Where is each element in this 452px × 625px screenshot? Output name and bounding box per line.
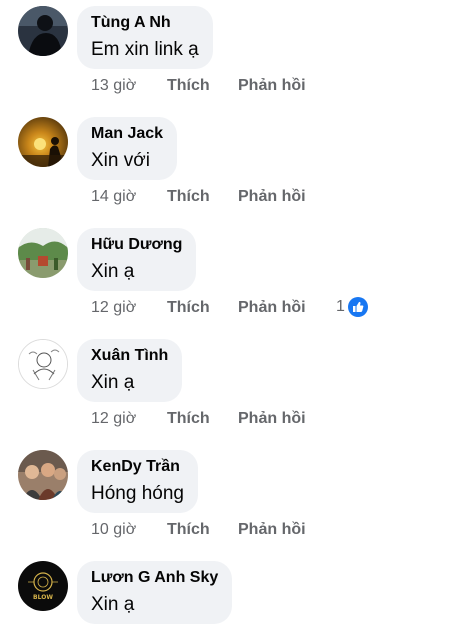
reply-link[interactable]: Phản hồi [238, 407, 306, 431]
comment-text: Em xin link ạ [91, 39, 199, 60]
comment-bubble: Lươn G Anh Sky Xin ạ [77, 561, 233, 624]
reply-link[interactable]: Phản hồi [238, 74, 306, 98]
avatar[interactable] [18, 228, 68, 278]
comment-item: Hữu Dương Xin ạ 12 giờ Thích Phản hồi 1 [0, 222, 452, 333]
comment-time[interactable]: 10 giờ [91, 518, 136, 542]
reply-link[interactable]: Phản hồi [238, 185, 306, 209]
avatar[interactable]: BLOW [18, 561, 68, 611]
comment-time[interactable]: 13 giờ [91, 74, 136, 98]
comment-author[interactable]: Man Jack [91, 124, 163, 144]
thumbs-up-icon [348, 297, 368, 317]
comment-author[interactable]: Xuân Tình [91, 346, 168, 366]
comment-text: Xin ạ [91, 372, 135, 393]
comment-bubble: KenDy Trần Hóng hóng [77, 450, 198, 513]
comment-text: Xin với [91, 150, 150, 171]
avatar[interactable] [18, 450, 68, 500]
like-link[interactable]: Thích [167, 296, 210, 320]
comment-text: Xin ạ [91, 594, 135, 615]
comment-author[interactable]: Tùng A Nh [91, 13, 199, 33]
comment-item: Man Jack Xin với 14 giờ Thích Phản hồi [0, 111, 452, 222]
like-link[interactable]: Thích [167, 185, 210, 209]
comments-list: Tùng A Nh Em xin link ạ 13 giờ Thích Phả… [0, 0, 452, 625]
avatar[interactable] [18, 6, 68, 56]
comment-author[interactable]: KenDy Trần [91, 457, 184, 477]
comment-bubble: Man Jack Xin với [77, 117, 178, 180]
like-link[interactable]: Thích [167, 407, 210, 431]
comment-author[interactable]: Lươn G Anh Sky [91, 568, 218, 588]
comment-time[interactable]: 14 giờ [91, 185, 136, 209]
like-link[interactable]: Thích [167, 518, 210, 542]
comment-bubble: Xuân Tình Xin ạ [77, 339, 183, 402]
reply-link[interactable]: Phản hồi [238, 518, 306, 542]
reaction-count: 1 [336, 298, 345, 315]
logo-text: BLOW [33, 594, 53, 601]
comment-bubble: Tùng A Nh Em xin link ạ [77, 6, 213, 69]
comment-item: BLOW Lươn G Anh Sky Xin ạ [0, 555, 452, 625]
comment-bubble: Hữu Dương Xin ạ [77, 228, 197, 291]
comment-item: Tùng A Nh Em xin link ạ 13 giờ Thích Phả… [0, 0, 452, 111]
comment-item: Xuân Tình Xin ạ 12 giờ Thích Phản hồi [0, 333, 452, 444]
like-link[interactable]: Thích [167, 74, 210, 98]
avatar[interactable] [18, 117, 68, 167]
comment-author[interactable]: Hữu Dương [91, 235, 182, 255]
comment-text: Hóng hóng [91, 483, 184, 504]
comment-item: KenDy Trần Hóng hóng 10 giờ Thích Phản h… [0, 444, 452, 555]
reply-link[interactable]: Phản hồi [238, 296, 306, 320]
avatar[interactable] [18, 339, 68, 389]
comment-time[interactable]: 12 giờ [91, 296, 136, 320]
comment-time[interactable]: 12 giờ [91, 407, 136, 431]
comment-text: Xin ạ [91, 261, 135, 282]
